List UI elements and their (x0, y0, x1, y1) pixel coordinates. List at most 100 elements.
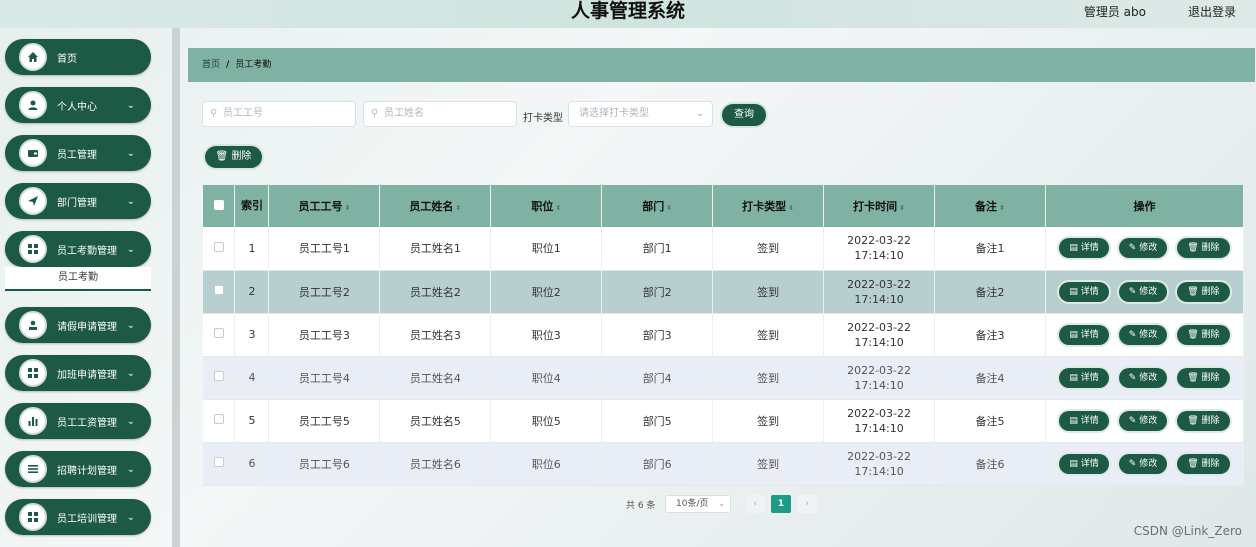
user-card-icon (19, 311, 47, 339)
chevron-down-icon: ⌄ (126, 147, 135, 159)
cell-actions: ▤ 详情 ✎ 修改 🗑 删除 (1045, 399, 1245, 443)
col-header-note[interactable]: 备注 ⬍ (934, 185, 1046, 227)
next-page-button[interactable]: › (797, 495, 817, 513)
chevron-down-icon: ⌄ (718, 499, 725, 508)
cell-note: 备注4 (934, 356, 1046, 400)
sidebar-item-4[interactable]: 员工考勤管理 ⌄ (5, 231, 151, 267)
trash-icon: 🗑 (1187, 415, 1202, 426)
trash-icon: 🗑 (1187, 286, 1202, 297)
page-1-button[interactable]: 1 (771, 495, 791, 513)
table-row[interactable]: 1 员工工号1 员工姓名1 职位1 部门1 签到 2022-03-22 17:14:10 备注… (203, 227, 1245, 271)
cell-position: 职位2 (490, 270, 603, 314)
sidebar-item-0[interactable]: 首页 (5, 39, 151, 75)
delete-button[interactable]: 🗑 删除 (1177, 453, 1230, 474)
emp-name-search-input[interactable]: ⚲ 员工姓名 (363, 101, 517, 127)
sidebar-item-label: 加班申请管理 (57, 369, 117, 381)
cell-dept: 部门1 (601, 227, 714, 271)
trash-icon: 🗑 (215, 151, 229, 162)
row-checkbox[interactable] (213, 414, 224, 424)
list-icon (19, 455, 47, 483)
table-row[interactable]: 4 员工工号4 员工姓名4 职位4 部门4 签到 2022-03-22 17:14:10 备注… (203, 356, 1245, 400)
delete-button[interactable]: 🗑 删除 (1177, 281, 1230, 302)
cell-dept: 部门3 (601, 313, 714, 357)
trash-icon: 🗑 (1187, 458, 1202, 469)
logout-link[interactable]: 退出登录 (1188, 3, 1236, 20)
row-checkbox[interactable] (213, 457, 224, 467)
page-size-select[interactable]: 10条/页 ⌄ (665, 495, 731, 513)
wallet-icon (19, 139, 47, 167)
cell-note: 备注2 (934, 270, 1046, 314)
delete-button[interactable]: 🗑 删除 (1177, 238, 1230, 259)
col-header-position[interactable]: 职位 ⬍ (490, 185, 603, 227)
delete-button[interactable]: 🗑 删除 (1177, 324, 1230, 345)
edit-button[interactable]: ✎ 修改 (1118, 238, 1168, 259)
cell-position: 职位3 (490, 313, 603, 357)
col-header-punch-time[interactable]: 打卡时间 ⬍ (823, 185, 936, 227)
row-checkbox[interactable] (213, 241, 224, 252)
cell-index: 3 (234, 313, 270, 357)
edit-button[interactable]: ✎ 修改 (1118, 367, 1168, 388)
delete-button[interactable]: 🗑 删除 (1177, 410, 1230, 431)
edit-button[interactable]: ✎ 修改 (1118, 453, 1168, 474)
col-header-emp-no[interactable]: 员工工号 ⬍ (268, 185, 381, 227)
sidebar-item-label: 员工考勤管理 (57, 245, 117, 257)
row-checkbox[interactable] (213, 371, 224, 381)
sidebar-scroll-rail[interactable] (172, 28, 180, 547)
breadcrumb-home[interactable]: 首页 (202, 60, 220, 70)
col-header-punch-type[interactable]: 打卡类型 ⬍ (712, 185, 825, 227)
chevron-down-icon: ⌄ (126, 511, 135, 523)
cell-position: 职位4 (490, 356, 603, 400)
batch-delete-button[interactable]: 🗑 删除 (205, 146, 262, 168)
edit-button[interactable]: ✎ 修改 (1118, 324, 1168, 345)
detail-button[interactable]: ▤ 详情 (1059, 367, 1109, 388)
breadcrumb: 首页 / 员工考勤 (188, 48, 1255, 82)
select-all-checkbox[interactable] (213, 199, 224, 210)
chevron-down-icon: ⌄ (126, 195, 135, 207)
cell-emp-no: 员工工号2 (268, 270, 381, 314)
cell-punch-time: 2022-03-22 17:14:10 (823, 313, 936, 357)
detail-button[interactable]: ▤ 详情 (1059, 281, 1109, 302)
sidebar-item-2[interactable]: 员工管理 ⌄ (5, 135, 151, 171)
sidebar-item-7[interactable]: 员工工资管理 ⌄ (5, 403, 151, 439)
sidebar-item-6[interactable]: 加班申请管理 ⌄ (5, 355, 151, 391)
cell-emp-no: 员工工号3 (268, 313, 381, 357)
attendance-table: 索引 员工工号 ⬍ 员工姓名 ⬍ 职位 ⬍ 部门 ⬍ 打卡类型 ⬍ 打卡时间 ⬍ 备注 ⬍ 操… (203, 185, 1245, 486)
cell-dept: 部门4 (601, 356, 714, 400)
col-header-emp-name[interactable]: 员工姓名 ⬍ (379, 185, 492, 227)
row-checkbox[interactable] (213, 328, 224, 338)
detail-button[interactable]: ▤ 详情 (1059, 238, 1109, 259)
table-header-row: 索引 员工工号 ⬍ 员工姓名 ⬍ 职位 ⬍ 部门 ⬍ 打卡类型 ⬍ 打卡时间 ⬍ 备注 ⬍ 操… (203, 185, 1245, 227)
punch-type-select[interactable]: 请选择打卡类型 ⌄ (568, 101, 713, 127)
detail-button[interactable]: ▤ 详情 (1059, 324, 1109, 345)
chevron-down-icon: ⌄ (126, 243, 135, 255)
sidebar-item-1[interactable]: 个人中心 ⌄ (5, 87, 151, 123)
sidebar-item-5[interactable]: 请假申请管理 ⌄ (5, 307, 151, 343)
emp-no-search-input[interactable]: ⚲ 员工工号 (202, 101, 356, 127)
document-icon: ▤ (1069, 415, 1081, 426)
prev-page-button[interactable]: ‹ (745, 495, 765, 513)
detail-button[interactable]: ▤ 详情 (1059, 453, 1109, 474)
grid-icon (19, 235, 47, 263)
page-size-value: 10条/页 (676, 499, 709, 509)
edit-button[interactable]: ✎ 修改 (1118, 281, 1168, 302)
row-select-cell (203, 270, 236, 314)
row-select-cell (203, 356, 236, 400)
cell-actions: ▤ 详情 ✎ 修改 🗑 删除 (1045, 227, 1245, 271)
chevron-down-icon: ⌄ (126, 99, 135, 111)
sidebar-item-3[interactable]: 部门管理 ⌄ (5, 183, 151, 219)
sidebar-subitem-attendance[interactable]: 员工考勤 (5, 267, 151, 291)
col-header-index[interactable]: 索引 (234, 185, 270, 227)
table-row[interactable]: 3 员工工号3 员工姓名3 职位3 部门3 签到 2022-03-22 17:14:10 备注… (203, 313, 1245, 357)
col-header-dept[interactable]: 部门 ⬍ (601, 185, 714, 227)
table-row[interactable]: 5 员工工号5 员工姓名5 职位5 部门5 签到 2022-03-22 17:14:10 备注… (203, 399, 1245, 443)
detail-button[interactable]: ▤ 详情 (1059, 410, 1109, 431)
table-row[interactable]: 6 员工工号6 员工姓名6 职位6 部门6 签到 2022-03-22 17:14:10 备注… (203, 442, 1245, 486)
sidebar-item-8[interactable]: 招聘计划管理 ⌄ (5, 451, 151, 487)
delete-button[interactable]: 🗑 删除 (1177, 367, 1230, 388)
table-row[interactable]: 2 员工工号2 员工姓名2 职位2 部门2 签到 2022-03-22 17:14:10 备注… (203, 270, 1245, 314)
query-button[interactable]: 查询 (722, 104, 766, 126)
row-checkbox[interactable] (213, 285, 224, 295)
edit-button[interactable]: ✎ 修改 (1118, 410, 1168, 431)
sidebar-item-9[interactable]: 员工培训管理 ⌄ (5, 499, 151, 535)
cell-dept: 部门5 (601, 399, 714, 443)
